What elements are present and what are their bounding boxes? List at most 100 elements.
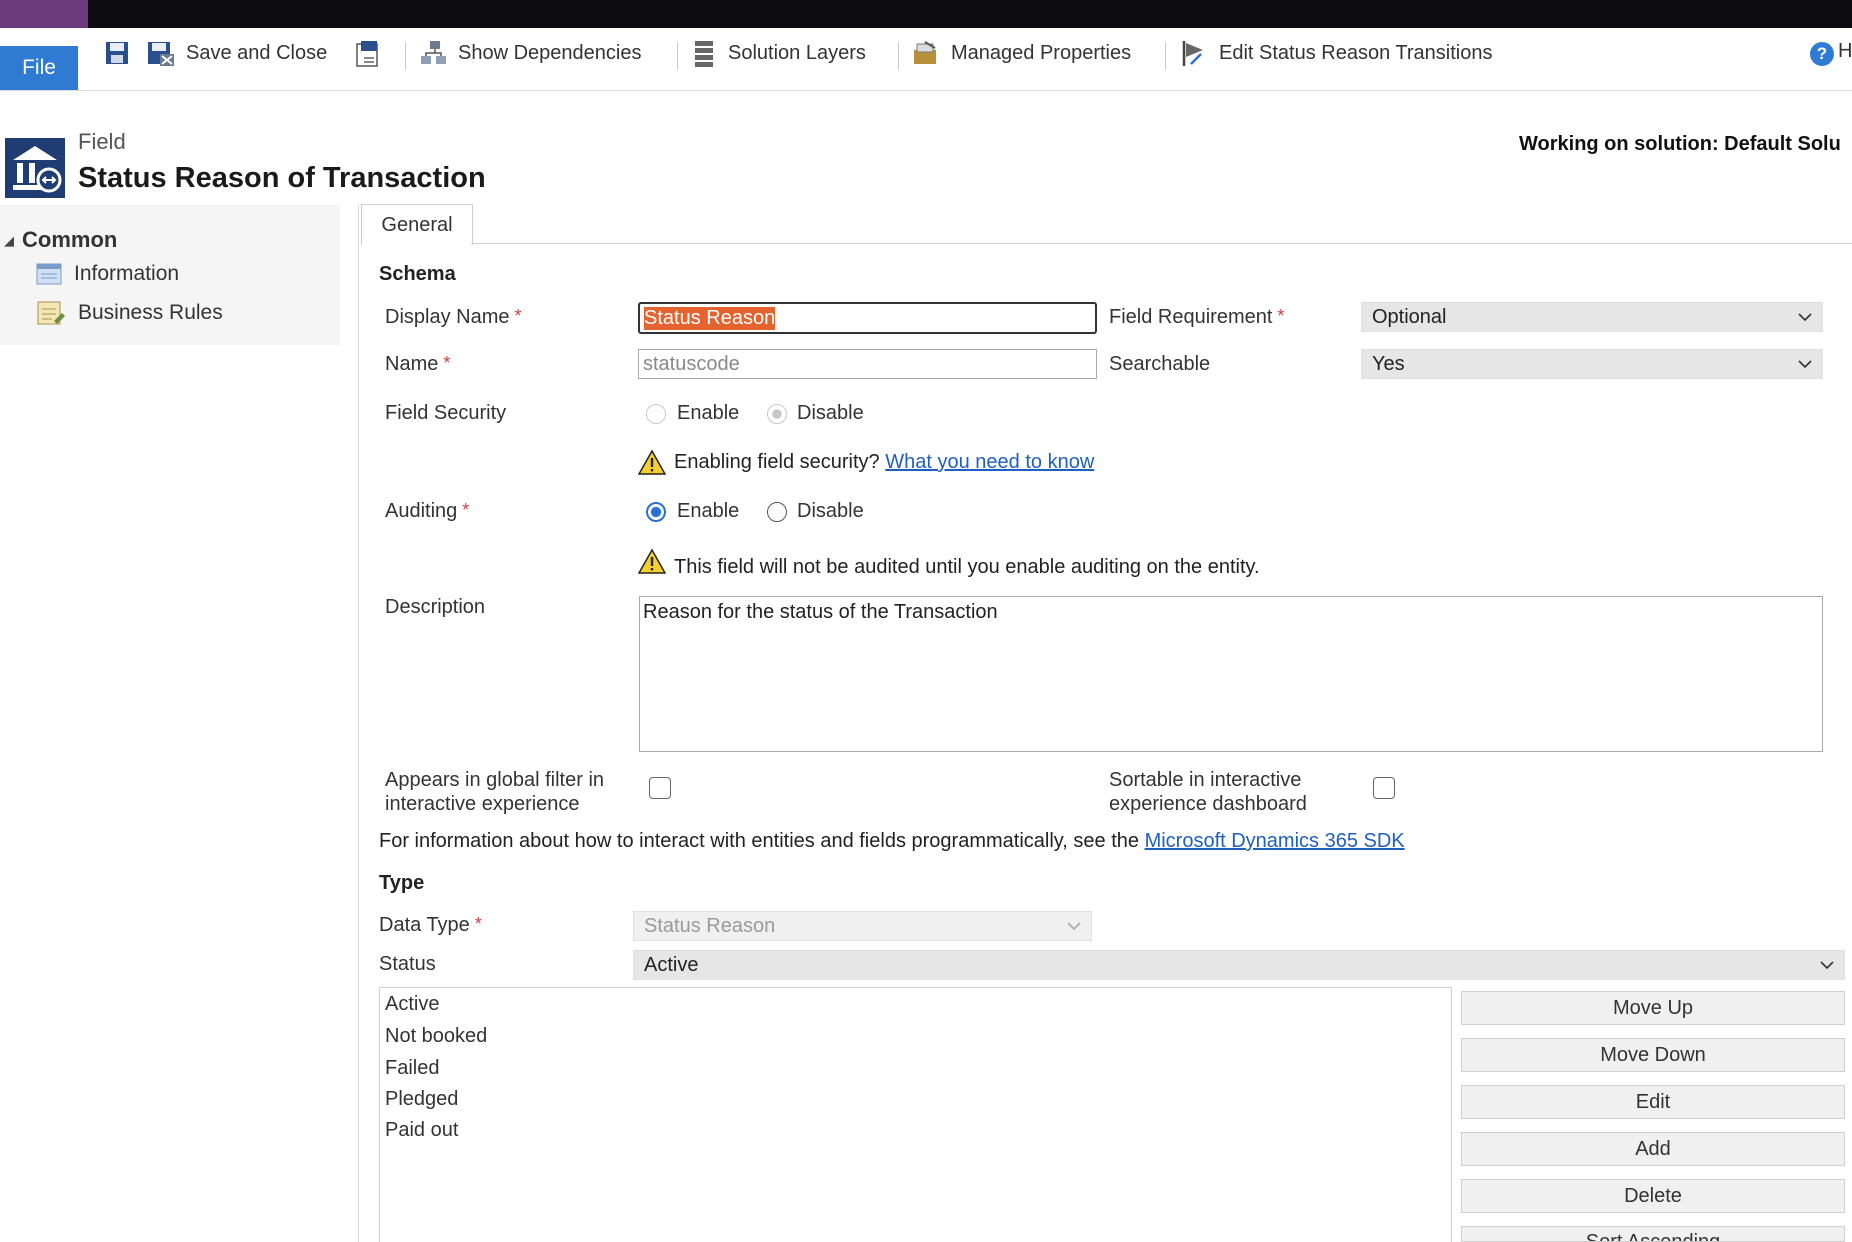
- description-label: Description: [385, 596, 486, 618]
- sortable-checkbox[interactable]: [1373, 777, 1395, 799]
- delete-button[interactable]: Delete: [1461, 1179, 1845, 1213]
- collapse-caret-icon[interactable]: ◢: [4, 233, 14, 249]
- field-requirement-select[interactable]: Optional: [1361, 302, 1823, 332]
- display-name-label-text: Display Name: [385, 306, 510, 328]
- transitions-icon: [1182, 41, 1203, 66]
- data-type-select[interactable]: Status Reason: [633, 911, 1092, 941]
- window-top-accent: [0, 0, 88, 28]
- name-label-text: Name: [385, 353, 439, 375]
- schema-heading: Schema: [379, 263, 456, 285]
- global-filter-label: Appears in global filter in interactive …: [385, 768, 604, 816]
- chevron-down-icon: [1820, 961, 1834, 970]
- auditing-enable-label[interactable]: Enable: [677, 500, 739, 523]
- file-button[interactable]: File: [0, 46, 78, 90]
- name-input[interactable]: statuscode: [638, 349, 1097, 379]
- global-filter-label-line1: Appears in global filter in: [385, 769, 605, 791]
- sortable-label-line1: Sortable in interactive: [1109, 769, 1302, 791]
- data-type-label: Data Type *: [379, 914, 482, 937]
- edit-status-reason-transitions-label: Edit Status Reason Transitions: [1219, 41, 1493, 64]
- move-up-button[interactable]: Move Up: [1461, 991, 1845, 1025]
- required-asterisk: *: [474, 914, 482, 934]
- list-item[interactable]: Failed: [385, 1057, 439, 1080]
- field-security-disable-radio[interactable]: [767, 404, 787, 424]
- managed-properties-button[interactable]: Managed Properties: [911, 36, 1131, 70]
- field-security-enable-radio[interactable]: [646, 404, 666, 424]
- sort-ascending-button[interactable]: Sort Ascending: [1461, 1226, 1845, 1242]
- publish-icon: [356, 41, 378, 67]
- nav-group-common[interactable]: Common: [22, 227, 117, 253]
- what-you-need-to-know-link[interactable]: What you need to know: [885, 451, 1094, 473]
- auditing-label-text: Auditing: [385, 500, 458, 522]
- sdk-info-text: For information about how to interact wi…: [379, 830, 1139, 852]
- managed-properties-label: Managed Properties: [951, 41, 1132, 64]
- ribbon-separator: [405, 42, 406, 70]
- entity-kind-label: Field: [78, 129, 126, 154]
- nav-item-label: Information: [74, 262, 180, 285]
- save-close-icon: [148, 42, 174, 66]
- save-and-close-button[interactable]: Save and Close: [146, 36, 327, 70]
- field-requirement-value: Optional: [1372, 305, 1447, 328]
- status-reason-options-list[interactable]: [379, 987, 1452, 1242]
- business-rules-icon: [37, 301, 65, 325]
- field-security-warning-text: Enabling field security?: [674, 451, 880, 473]
- auditing-disable-label[interactable]: Disable: [797, 500, 864, 523]
- chevron-down-icon: [1798, 313, 1812, 322]
- nav-item-information[interactable]: Information: [36, 258, 179, 290]
- tab-general[interactable]: General: [361, 204, 473, 245]
- auditing-enable-radio[interactable]: [646, 502, 666, 522]
- type-heading: Type: [379, 872, 425, 894]
- field-security-label: Field Security: [385, 402, 507, 424]
- save-button[interactable]: [104, 36, 140, 70]
- list-item[interactable]: Active: [385, 993, 439, 1016]
- display-name-label: Display Name *: [385, 306, 522, 329]
- chevron-down-icon: [1067, 922, 1081, 931]
- list-item[interactable]: Not booked: [385, 1025, 487, 1048]
- dynamics-sdk-link[interactable]: Microsoft Dynamics 365 SDK: [1145, 830, 1405, 852]
- help-icon[interactable]: ?: [1810, 42, 1834, 66]
- nav-item-label: Business Rules: [78, 301, 223, 324]
- status-value: Active: [644, 953, 699, 976]
- display-name-input[interactable]: Status Reason: [638, 302, 1097, 334]
- managed-properties-icon: [914, 41, 936, 64]
- searchable-select[interactable]: Yes: [1361, 349, 1823, 379]
- edit-button[interactable]: Edit: [1461, 1085, 1845, 1119]
- nav-item-business-rules[interactable]: Business Rules: [36, 297, 223, 329]
- show-dependencies-button[interactable]: Show Dependencies: [418, 36, 641, 70]
- content-divider: [358, 205, 359, 1242]
- list-item[interactable]: Pledged: [385, 1088, 458, 1111]
- layers-icon: [695, 41, 713, 67]
- warning-icon: [638, 449, 666, 475]
- add-button[interactable]: Add: [1461, 1132, 1845, 1166]
- dependencies-icon: [421, 41, 446, 64]
- field-requirement-label: Field Requirement *: [1109, 306, 1284, 329]
- data-type-label-text: Data Type: [379, 914, 470, 936]
- field-requirement-label-text: Field Requirement: [1109, 306, 1273, 328]
- list-item[interactable]: Paid out: [385, 1119, 458, 1142]
- save-and-close-label: Save and Close: [186, 41, 328, 64]
- status-select[interactable]: Active: [633, 950, 1845, 980]
- solution-layers-label: Solution Layers: [728, 41, 866, 64]
- edit-status-reason-transitions-button[interactable]: Edit Status Reason Transitions: [1179, 36, 1492, 70]
- global-filter-label-line2: interactive experience: [385, 793, 580, 815]
- working-on-solution-label: Working on solution: Default Solu: [1519, 133, 1841, 155]
- help-label-cutoff[interactable]: H: [1838, 40, 1852, 63]
- required-asterisk: *: [462, 500, 470, 520]
- required-asterisk: *: [443, 353, 451, 373]
- data-type-value: Status Reason: [644, 914, 776, 937]
- name-label: Name *: [385, 353, 450, 376]
- tab-underline: [471, 243, 1852, 244]
- sortable-label: Sortable in interactive experience dashb…: [1109, 768, 1307, 816]
- publish-button[interactable]: [354, 36, 394, 70]
- description-textarea[interactable]: Reason for the status of the Transaction: [639, 596, 1823, 752]
- auditing-disable-radio[interactable]: [767, 502, 787, 522]
- information-icon: [36, 263, 62, 285]
- window-top-bar: [0, 0, 1852, 28]
- ribbon-separator: [898, 42, 899, 70]
- move-down-button[interactable]: Move Down: [1461, 1038, 1845, 1072]
- field-security-enable-label[interactable]: Enable: [677, 402, 739, 425]
- solution-layers-button[interactable]: Solution Layers: [692, 36, 866, 70]
- sortable-label-line2: experience dashboard: [1109, 793, 1307, 815]
- global-filter-checkbox[interactable]: [649, 777, 671, 799]
- page-title: Status Reason of Transaction: [78, 162, 486, 194]
- field-security-disable-label[interactable]: Disable: [797, 402, 864, 425]
